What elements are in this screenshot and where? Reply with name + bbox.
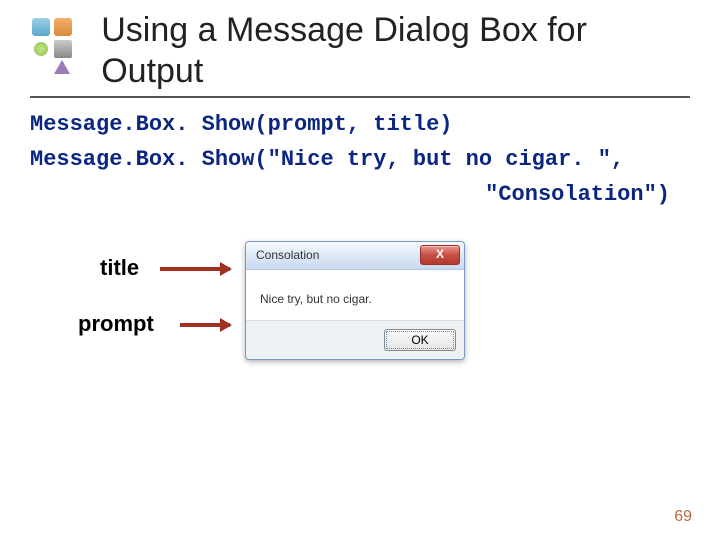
label-title: title (100, 255, 139, 281)
ok-button[interactable]: OK (384, 329, 456, 351)
message-box-footer: OK (246, 320, 464, 359)
slide-header: Using a Message Dialog Box for Output (30, 10, 690, 98)
arrow-icon (180, 323, 230, 327)
code-line-2: Message.Box. Show("Nice try, but no ciga… (30, 147, 690, 172)
slide: Using a Message Dialog Box for Output Me… (0, 0, 720, 540)
logo-icon (30, 16, 85, 72)
message-box-body: Nice try, but no cigar. (246, 270, 464, 320)
label-prompt: prompt (78, 311, 154, 337)
close-button[interactable]: X (420, 245, 460, 265)
arrow-icon (160, 267, 230, 271)
diagram: title prompt Consolation X Nice try, but… (30, 237, 690, 417)
slide-title: Using a Message Dialog Box for Output (101, 10, 690, 92)
message-box-title: Consolation (256, 248, 420, 262)
code-line-3: "Consolation") (30, 182, 690, 207)
page-number: 69 (674, 508, 692, 526)
message-box-titlebar: Consolation X (246, 242, 464, 270)
message-box: Consolation X Nice try, but no cigar. OK (245, 241, 465, 360)
code-line-1: Message.Box. Show(prompt, title) (30, 112, 690, 137)
